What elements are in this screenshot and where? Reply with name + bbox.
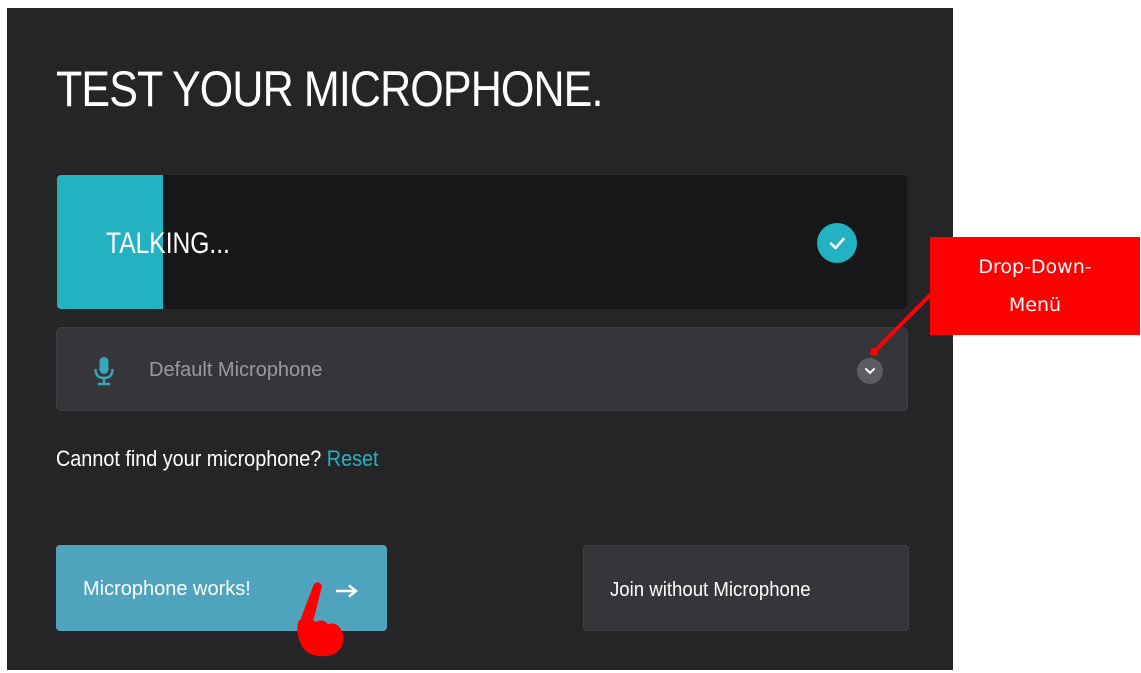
check-circle-icon (817, 223, 857, 263)
hint-text: Cannot find your microphone? (56, 446, 322, 471)
microphone-icon (93, 356, 115, 391)
microphone-select[interactable]: Default Microphone (56, 327, 908, 411)
annotation-line-2: Menü (1008, 294, 1062, 316)
page-title: TEST YOUR MICROPHONE. (56, 61, 603, 117)
chevron-down-icon[interactable] (857, 358, 883, 384)
mic-level-meter: TALKING... (57, 175, 907, 309)
selected-microphone: Default Microphone (149, 359, 323, 381)
mic-help-text: Cannot find your microphone? Reset (56, 446, 379, 472)
microphone-works-label: Microphone works! (83, 578, 251, 600)
annotation-line-1: Drop-Down- (978, 256, 1092, 278)
reset-link[interactable]: Reset (327, 446, 379, 471)
join-without-microphone-button[interactable]: Join without Microphone (583, 545, 909, 631)
pointing-hand-icon (288, 580, 350, 665)
join-without-microphone-label: Join without Microphone (610, 579, 811, 601)
annotation-callout: Drop-Down- Menü (930, 237, 1140, 335)
talking-status: TALKING... (106, 227, 230, 260)
